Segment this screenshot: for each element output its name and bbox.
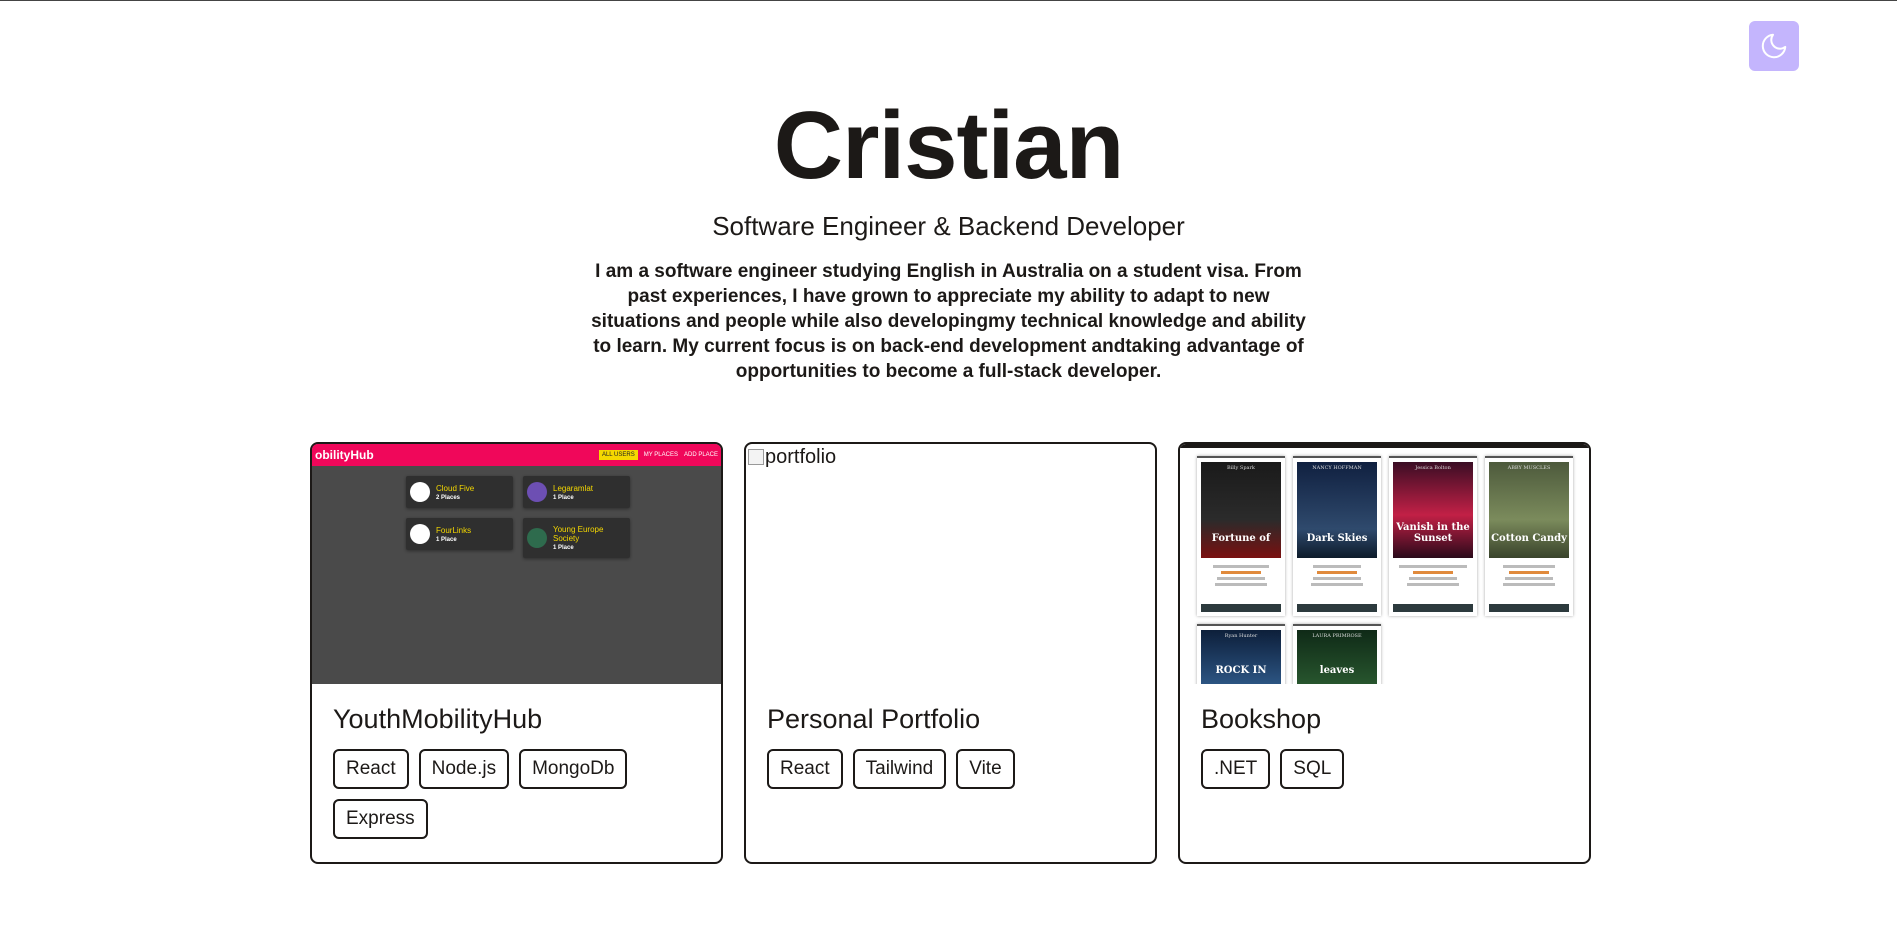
project-card-bookshop[interactable]: Billy Spark Fortune of NANCY HOFFMAN Dark … [1178,442,1591,864]
preview-user-item: Young Europe Society 1 Place [523,518,630,558]
image-alt-text: portfolio [765,446,837,468]
project-card-personal-portfolio[interactable]: portfolio Personal Portfolio React Tailw… [744,442,1157,864]
subtitle: Software Engineer & Backend Developer [712,211,1185,241]
book-author: NANCY HOFFMAN [1312,465,1362,471]
preview-user-name: Cloud Five [436,483,475,493]
project-thumbnail: obilityHub ALL USERS MY PLACES ADD PLACE… [312,444,721,684]
tech-tag: SQL [1280,749,1345,789]
book-title: Cotton Candy [1491,533,1567,544]
book-cover: ABBY MUSCLES Cotton Candy [1489,462,1569,558]
tech-tags: React Tailwind Vite [767,749,1134,789]
preview-nav-link: MY PLACES [643,452,678,458]
preview-user-item: FourLinks 1 Place [406,518,513,550]
preview-user-count: 2 Places [436,494,461,501]
theme-toggle-button[interactable] [1749,21,1799,71]
preview-user-count: 1 Place [553,545,574,551]
book-cover: Billy Spark Fortune of [1201,462,1281,558]
preview-user-grid: Cloud Five 2 Places Legaramlat 1 Place Fou… [406,476,630,558]
hero: Cristian Software Engineer & Backend Dev… [0,91,1897,384]
preview-book-card: Billy Spark Fortune of [1197,456,1285,616]
preview-logo: obilityHub [315,448,374,462]
broken-image-icon [748,449,764,465]
book-title: Dark Skies [1306,533,1368,544]
preview-user-count: 1 Place [436,536,457,543]
moon-icon [1761,33,1787,59]
tech-tag: Express [333,799,428,839]
tech-tag: Tailwind [852,749,947,789]
book-author: Billy Spark [1227,465,1255,471]
preview-book-card: Jessica Bolton Vanish in the Sunset [1389,456,1477,616]
preview-user-item: Legaramlat 1 Place [523,476,630,508]
book-cover: LAURA PRIMROSE leaves [1297,630,1377,684]
project-title: Personal Portfolio [767,704,981,734]
book-cover: NANCY HOFFMAN Dark Skies [1297,462,1377,558]
tech-tag: React [333,749,409,789]
preview-user-name: Legaramlat [553,483,594,493]
preview-user-name: Young Europe Society [553,525,604,543]
preview-book-card: NANCY HOFFMAN Dark Skies [1293,456,1381,616]
bio-text: I am a software engineer studying Englis… [591,261,1306,382]
tech-tag: .NET [1201,749,1271,789]
preview-book-card: Ryan Hunter ROCK IN [1197,624,1285,684]
book-title: Vanish in the Sunset [1396,522,1470,544]
book-title: leaves [1319,665,1355,676]
project-title: YouthMobilityHub [333,704,543,734]
book-cover: Ryan Hunter ROCK IN [1201,630,1281,684]
project-card-youthmobilityhub[interactable]: obilityHub ALL USERS MY PLACES ADD PLACE… [310,442,723,864]
broken-image: portfolio [746,444,1155,469]
avatar [410,482,430,502]
tech-tag: Vite [956,749,1015,789]
preview-book-grid: Billy Spark Fortune of NANCY HOFFMAN Dark … [1197,456,1573,684]
preview-nav-link: ADD PLACE [683,452,718,458]
preview-book-card: ABBY MUSCLES Cotton Candy [1485,456,1573,616]
preview-user-item: Cloud Five 2 Places [406,476,513,508]
avatar [527,482,547,502]
project-title: Bookshop [1201,704,1322,734]
projects-grid: obilityHub ALL USERS MY PLACES ADD PLACE… [310,442,1591,864]
project-thumbnail: portfolio [746,444,1155,684]
book-title: Fortune of [1211,533,1271,544]
tech-tag: React [767,749,843,789]
project-thumbnail: Billy Spark Fortune of NANCY HOFFMAN Dark … [1180,444,1589,684]
preview-book-card: LAURA PRIMROSE leaves [1293,624,1381,684]
book-author: Jessica Bolton [1415,465,1451,471]
tech-tags: React Node.js MongoDb Express [333,749,700,839]
book-author: ABBY MUSCLES [1507,465,1551,471]
page-title: Cristian [773,92,1124,199]
preview-user-name: FourLinks [436,525,472,535]
book-cover: Jessica Bolton Vanish in the Sunset [1393,462,1473,558]
book-title: ROCK IN [1215,665,1267,676]
tech-tag: Node.js [418,749,510,789]
avatar [410,524,430,544]
preview-navbar: obilityHub ALL USERS MY PLACES ADD PLACE [312,444,721,466]
tech-tag: MongoDb [519,749,628,789]
tech-tags: .NET SQL [1201,749,1568,789]
book-author: LAURA PRIMROSE [1312,633,1362,639]
preview-nav-link: ALL USERS [598,450,638,460]
preview-user-count: 1 Place [553,494,574,501]
book-author: Ryan Hunter [1224,633,1258,639]
avatar [527,528,547,548]
